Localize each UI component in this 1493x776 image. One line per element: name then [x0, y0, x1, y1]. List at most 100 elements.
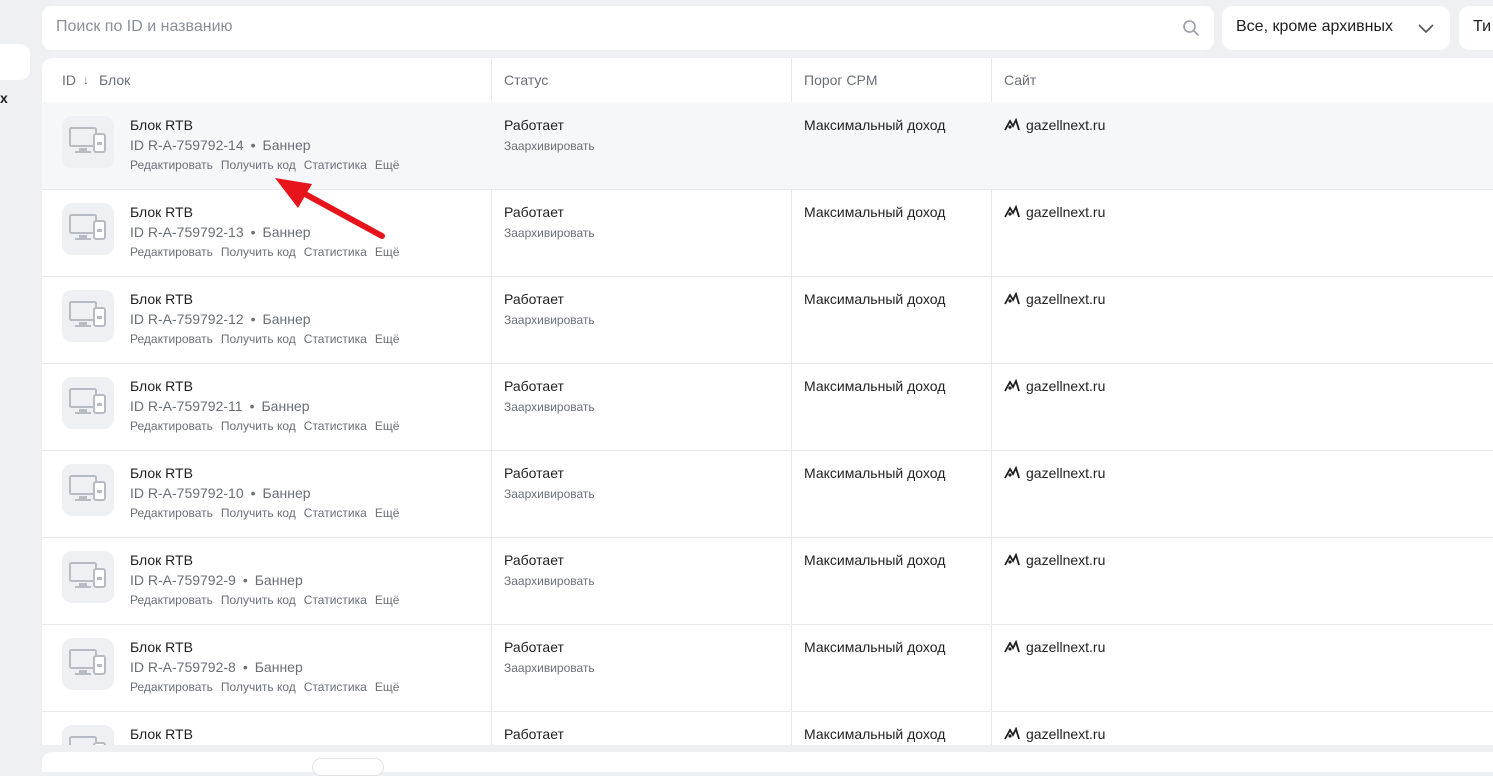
get-code-link[interactable]: Получить код — [221, 158, 296, 172]
statistics-link[interactable]: Статистика — [304, 593, 367, 607]
get-code-link[interactable]: Получить код — [221, 506, 296, 520]
column-site[interactable]: Сайт — [1004, 58, 1036, 102]
status-value: Работает — [504, 639, 564, 655]
statistics-link[interactable]: Статистика — [304, 506, 367, 520]
get-code-link[interactable]: Получить код — [221, 680, 296, 694]
edit-link[interactable]: Редактировать — [130, 680, 213, 694]
get-code-link[interactable]: Получить код — [221, 593, 296, 607]
pagination-control[interactable] — [312, 758, 384, 776]
row-actions: Редактировать Получить код Статистика Ещё — [130, 245, 407, 259]
more-link[interactable]: Ещё — [375, 680, 400, 694]
archive-link[interactable]: Заархивировать — [504, 661, 595, 675]
search-placeholder: Поиск по ID и названию — [56, 18, 233, 35]
block-id: ID R-A-759792-10 — [130, 485, 244, 501]
more-link[interactable]: Ещё — [375, 158, 400, 172]
edit-link[interactable]: Редактировать — [130, 332, 213, 346]
site-favicon-icon — [1004, 118, 1020, 131]
cpm-threshold: Максимальный доход — [804, 204, 946, 220]
column-status[interactable]: Статус — [504, 58, 548, 102]
archive-link[interactable]: Заархивировать — [504, 487, 595, 501]
statistics-link[interactable]: Статистика — [304, 158, 367, 172]
row-actions: Редактировать Получить код Статистика Ещё — [130, 506, 407, 520]
blocks-table: ID ↓ Блок Статус Порог CPM Сайт Блок RTB… — [42, 58, 1493, 745]
separator-dot: • — [242, 572, 248, 588]
table-row[interactable]: Блок RTB ID R-A-759792-10 • Баннер Редактиро… — [42, 450, 1493, 538]
block-title[interactable]: Блок RTB — [130, 639, 193, 655]
block-title[interactable]: Блок RTB — [130, 204, 193, 220]
block-title[interactable]: Блок RTB — [130, 552, 193, 568]
site-link[interactable]: gazellnext.ru — [1026, 552, 1105, 568]
edit-link[interactable]: Редактировать — [130, 158, 213, 172]
table-row[interactable]: Блок RTB ID R-A-759792-11 • Баннер Редактиро… — [42, 363, 1493, 451]
archive-link[interactable]: Заархивировать — [504, 139, 595, 153]
table-row[interactable]: Блок RTB Работает Максимальный доход gazell… — [42, 711, 1493, 745]
table-row[interactable]: Блок RTB ID R-A-759792-14 • Баннер Редактиро… — [42, 102, 1493, 190]
archive-link[interactable]: Заархивировать — [504, 400, 595, 414]
table-row[interactable]: Блок RTB ID R-A-759792-8 • Баннер Редактиров… — [42, 624, 1493, 712]
more-link[interactable]: Ещё — [375, 593, 400, 607]
sort-arrow-icon[interactable]: ↓ — [83, 58, 89, 102]
separator-dot: • — [250, 485, 256, 501]
block-id: ID R-A-759792-9 — [130, 572, 236, 588]
type-filter-value: Ти — [1473, 18, 1492, 35]
site-link[interactable]: gazellnext.ru — [1026, 639, 1105, 655]
table-row[interactable]: Блок RTB ID R-A-759792-12 • Баннер Редактиро… — [42, 276, 1493, 364]
type-filter-select[interactable]: Ти — [1459, 6, 1493, 50]
more-link[interactable]: Ещё — [375, 506, 400, 520]
statistics-link[interactable]: Статистика — [304, 332, 367, 346]
get-code-link[interactable]: Получить код — [221, 419, 296, 433]
site-link[interactable]: gazellnext.ru — [1026, 726, 1105, 742]
site-link[interactable]: gazellnext.ru — [1026, 117, 1105, 133]
get-code-link[interactable]: Получить код — [221, 245, 296, 259]
separator-dot: • — [250, 311, 256, 327]
edit-link[interactable]: Редактировать — [130, 245, 213, 259]
column-id[interactable]: ID — [62, 58, 76, 102]
block-title[interactable]: Блок RTB — [130, 726, 193, 742]
row-actions: Редактировать Получить код Статистика Ещё — [130, 419, 407, 433]
statistics-link[interactable]: Статистика — [304, 680, 367, 694]
more-link[interactable]: Ещё — [375, 419, 400, 433]
cpm-threshold: Максимальный доход — [804, 378, 946, 394]
site-link[interactable]: gazellnext.ru — [1026, 204, 1105, 220]
search-input[interactable]: Поиск по ID и названию — [42, 6, 1214, 50]
search-icon[interactable] — [1182, 19, 1200, 37]
statistics-link[interactable]: Статистика — [304, 245, 367, 259]
edit-link[interactable]: Редактировать — [130, 419, 213, 433]
block-id: ID R-A-759792-14 — [130, 137, 244, 153]
site-link[interactable]: gazellnext.ru — [1026, 291, 1105, 307]
block-title[interactable]: Блок RTB — [130, 465, 193, 481]
site-link[interactable]: gazellnext.ru — [1026, 465, 1105, 481]
status-value: Работает — [504, 291, 564, 307]
block-title[interactable]: Блок RTB — [130, 378, 193, 394]
banner-block-icon — [62, 290, 114, 342]
site-favicon-icon — [1004, 727, 1020, 740]
status-value: Работает — [504, 465, 564, 481]
chevron-down-icon — [1418, 24, 1434, 34]
site-cell: gazellnext.ru — [1004, 291, 1105, 307]
site-cell: gazellnext.ru — [1004, 117, 1105, 133]
sidebar-active-item[interactable] — [0, 44, 30, 80]
get-code-link[interactable]: Получить код — [221, 332, 296, 346]
block-title[interactable]: Блок RTB — [130, 117, 193, 133]
status-filter-select[interactable]: Все, кроме архивных — [1222, 6, 1450, 50]
table-row[interactable]: Блок RTB ID R-A-759792-9 • Баннер Редактиров… — [42, 537, 1493, 625]
column-cpm[interactable]: Порог CPM — [804, 58, 878, 102]
block-meta: ID R-A-759792-11 • Баннер — [130, 398, 310, 414]
site-cell: gazellnext.ru — [1004, 552, 1105, 568]
column-block[interactable]: Блок — [99, 58, 130, 102]
statistics-link[interactable]: Статистика — [304, 419, 367, 433]
more-link[interactable]: Ещё — [375, 332, 400, 346]
block-title[interactable]: Блок RTB — [130, 291, 193, 307]
edit-link[interactable]: Редактировать — [130, 506, 213, 520]
archive-link[interactable]: Заархивировать — [504, 313, 595, 327]
separator-dot: • — [250, 137, 256, 153]
archive-link[interactable]: Заархивировать — [504, 574, 595, 588]
status-value: Работает — [504, 204, 564, 220]
archive-link[interactable]: Заархивировать — [504, 226, 595, 240]
site-link[interactable]: gazellnext.ru — [1026, 378, 1105, 394]
cpm-threshold: Максимальный доход — [804, 552, 946, 568]
edit-link[interactable]: Редактировать — [130, 593, 213, 607]
more-link[interactable]: Ещё — [375, 245, 400, 259]
block-meta: ID R-A-759792-8 • Баннер — [130, 659, 303, 675]
table-row[interactable]: Блок RTB ID R-A-759792-13 • Баннер Редактиро… — [42, 189, 1493, 277]
